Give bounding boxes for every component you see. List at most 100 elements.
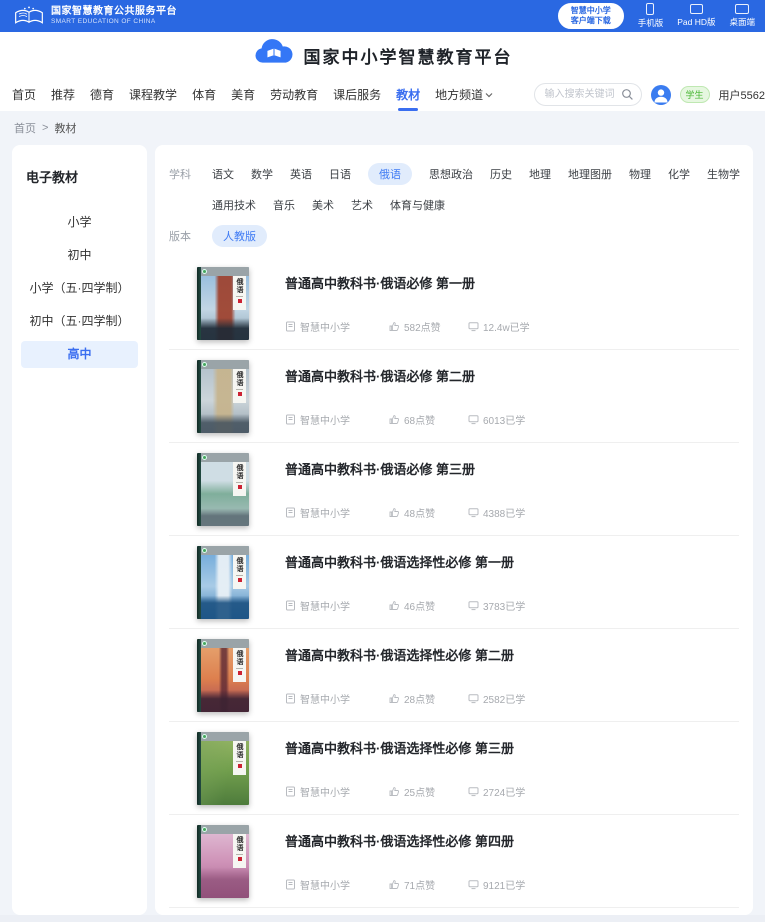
thumbs-up-icon [389, 414, 400, 425]
subject-pe-health[interactable]: 体育与健康 [390, 194, 445, 216]
cover-seal [238, 299, 242, 303]
subject-chinese[interactable]: 语文 [212, 163, 234, 185]
client-download-button[interactable]: 智慧中小学 客户端下载 [558, 3, 624, 29]
nav-item-aesthetic[interactable]: 美育 [231, 86, 255, 103]
book-cover[interactable]: 俄语 [197, 453, 249, 526]
mobile-version-button[interactable]: 手机版 [638, 3, 664, 29]
book-cover[interactable]: 俄语 [197, 732, 249, 805]
book-row[interactable]: 俄语 普通高中教科书·俄语选择性必修 第二册 智慧中小学 28点赞 2582已学 [169, 629, 739, 722]
cover-logo-dot [202, 362, 207, 367]
book-title[interactable]: 普通高中教科书·俄语选择性必修 第二册 [285, 645, 514, 664]
sidebar-item-senior[interactable]: 高中 [21, 341, 138, 368]
book-cover[interactable]: 俄语 [197, 360, 249, 433]
book-list: 俄语 普通高中教科书·俄语必修 第一册 智慧中小学 582点赞 12.4w已学 … [169, 257, 739, 908]
book-title[interactable]: 普通高中教科书·俄语选择性必修 第四册 [285, 831, 514, 850]
download-label-1: 智慧中小学 [571, 6, 611, 16]
publisher-text: 智慧中小学 [300, 319, 350, 334]
search-icon[interactable] [621, 88, 634, 106]
book-row[interactable]: 俄语 普通高中教科书·俄语必修 第三册 智慧中小学 48点赞 4388已学 [169, 443, 739, 536]
nav-item-moral[interactable]: 德育 [90, 86, 114, 103]
learned-text: 6013已学 [483, 412, 525, 427]
nav-item-local-channel[interactable]: 地方频道 [435, 86, 493, 103]
subject-fine-arts[interactable]: 美术 [312, 194, 334, 216]
cover-seal [238, 671, 242, 675]
subject-history[interactable]: 历史 [490, 163, 512, 185]
book-stats: 智慧中小学 48点赞 4388已学 [285, 505, 525, 520]
nav-item-pe[interactable]: 体育 [192, 86, 216, 103]
subject-geography[interactable]: 地理 [529, 163, 551, 185]
book-row[interactable]: 俄语 普通高中教科书·俄语必修 第一册 智慧中小学 582点赞 12.4w已学 [169, 257, 739, 350]
learned-text: 12.4w已学 [483, 319, 530, 334]
subject-russian[interactable]: 俄语 [368, 163, 412, 185]
cover-subject-label: 俄语 [233, 650, 246, 666]
subject-math[interactable]: 数学 [251, 163, 273, 185]
subject-biology[interactable]: 生物学 [707, 163, 740, 185]
subject-geo-atlas[interactable]: 地理图册 [568, 163, 612, 185]
likes-text: 28点赞 [404, 691, 435, 706]
sidebar-item-primary-54[interactable]: 小学（五·四学制） [12, 272, 147, 305]
pad-version-button[interactable]: Pad HD版 [677, 4, 715, 28]
cover-logo-dot [202, 548, 207, 553]
book-cover[interactable]: 俄语 [197, 546, 249, 619]
book-row[interactable]: 俄语 普通高中教科书·俄语选择性必修 第一册 智慧中小学 46点赞 3783已学 [169, 536, 739, 629]
breadcrumb: 首页 > 教材 [14, 120, 76, 136]
nav-item-afterschool[interactable]: 课后服务 [333, 86, 381, 103]
publisher-text: 智慧中小学 [300, 784, 350, 799]
subject-music[interactable]: 音乐 [273, 194, 295, 216]
nav-item-recommend[interactable]: 推荐 [51, 86, 75, 103]
cover-seal [238, 578, 242, 582]
thumbs-up-icon [389, 600, 400, 611]
learned-text: 2724已学 [483, 784, 525, 799]
breadcrumb-separator: > [42, 122, 48, 134]
nav-item-textbooks[interactable]: 教材 [396, 86, 420, 103]
subject-japanese[interactable]: 日语 [329, 163, 351, 185]
search-box [534, 83, 642, 106]
subject-physics[interactable]: 物理 [629, 163, 651, 185]
learned-text: 9121已学 [483, 877, 525, 892]
publisher-text: 智慧中小学 [300, 877, 350, 892]
publisher-icon [285, 414, 296, 425]
book-title[interactable]: 普通高中教科书·俄语选择性必修 第三册 [285, 738, 514, 757]
username[interactable]: 用户5562 [719, 87, 765, 103]
nav-item-labor[interactable]: 劳动教育 [270, 86, 318, 103]
publisher-icon [285, 600, 296, 611]
nav-item-home[interactable]: 首页 [12, 86, 36, 103]
publisher-text: 智慧中小学 [300, 412, 350, 427]
book-cover[interactable]: 俄语 [197, 639, 249, 712]
subject-arts[interactable]: 艺术 [351, 194, 373, 216]
main-navigation: 首页 推荐 德育 课程教学 体育 美育 劳动教育 课后服务 教材 地方频道 学生… [0, 78, 765, 111]
learned-text: 2582已学 [483, 691, 525, 706]
publisher-icon [285, 786, 296, 797]
sidebar-item-primary[interactable]: 小学 [12, 206, 147, 239]
cloud-logo-icon [253, 39, 295, 72]
book-title[interactable]: 普通高中教科书·俄语必修 第一册 [285, 273, 475, 292]
subject-general-tech[interactable]: 通用技术 [212, 194, 256, 216]
avatar[interactable] [651, 85, 671, 105]
publisher-text: 智慧中小学 [300, 505, 350, 520]
desktop-version-button[interactable]: 桌面端 [729, 4, 755, 28]
sidebar-item-junior[interactable]: 初中 [12, 239, 147, 272]
breadcrumb-home[interactable]: 首页 [14, 120, 36, 136]
book-cover[interactable]: 俄语 [197, 267, 249, 340]
thumbs-up-icon [389, 507, 400, 518]
version-pep[interactable]: 人教版 [212, 225, 267, 247]
book-row[interactable]: 俄语 普通高中教科书·俄语选择性必修 第四册 智慧中小学 71点赞 9121已学 [169, 815, 739, 908]
subject-politics[interactable]: 思想政治 [429, 163, 473, 185]
book-title[interactable]: 普通高中教科书·俄语必修 第二册 [285, 366, 475, 385]
subject-chemistry[interactable]: 化学 [668, 163, 690, 185]
subject-english[interactable]: 英语 [290, 163, 312, 185]
book-row[interactable]: 俄语 普通高中教科书·俄语选择性必修 第三册 智慧中小学 25点赞 2724已学 [169, 722, 739, 815]
cover-logo-dot [202, 269, 207, 274]
book-stats: 智慧中小学 46点赞 3783已学 [285, 598, 525, 613]
topbar-brand-subtitle: SMART EDUCATION OF CHINA [51, 17, 177, 26]
sidebar-item-junior-54[interactable]: 初中（五·四学制） [12, 305, 147, 338]
book-cover[interactable]: 俄语 [197, 825, 249, 898]
book-title[interactable]: 普通高中教科书·俄语必修 第三册 [285, 459, 475, 478]
book-title[interactable]: 普通高中教科书·俄语选择性必修 第一册 [285, 552, 514, 571]
book-row[interactable]: 俄语 普通高中教科书·俄语必修 第二册 智慧中小学 68点赞 6013已学 [169, 350, 739, 443]
nav-item-teaching[interactable]: 课程教学 [129, 86, 177, 103]
page-bottom-strip [0, 915, 765, 922]
publisher-icon [285, 321, 296, 332]
chevron-down-icon [485, 87, 493, 101]
publisher-text: 智慧中小学 [300, 598, 350, 613]
